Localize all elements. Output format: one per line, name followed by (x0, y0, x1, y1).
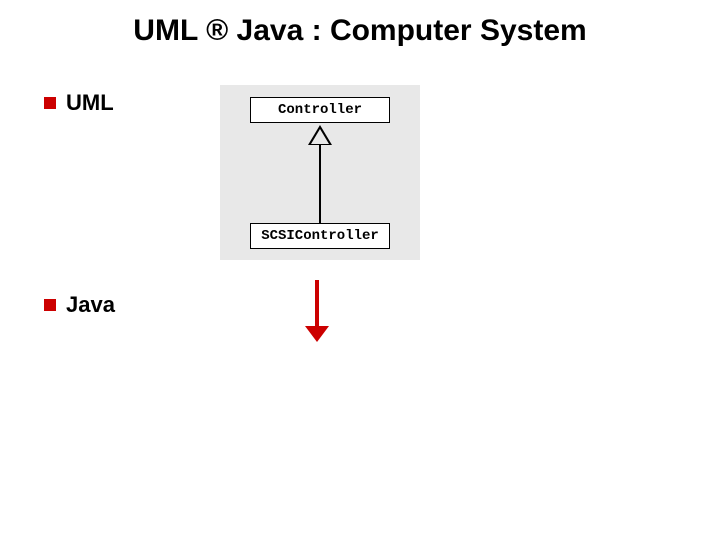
bullet-java: Java (44, 292, 115, 318)
title-rest: Java : Computer System (237, 14, 587, 47)
bullet-java-label: Java (66, 292, 115, 318)
generalization-line (319, 145, 321, 223)
generalization-arrowhead-fill (311, 129, 329, 144)
uml-diagram-panel: Controller SCSIController (220, 85, 420, 260)
bullet-uml: UML (44, 90, 114, 116)
title-uml: UML (133, 14, 197, 47)
arrow-icon: ® (206, 14, 228, 47)
bullet-icon (44, 299, 56, 311)
bullet-icon (44, 97, 56, 109)
slide-title: UML ® Java : Computer System (0, 14, 720, 48)
bullet-uml-label: UML (66, 90, 114, 116)
class-box-superclass: Controller (250, 97, 390, 123)
arrow-shaft (315, 280, 319, 328)
arrow-head-icon (305, 326, 329, 342)
class-box-subclass: SCSIController (250, 223, 390, 249)
